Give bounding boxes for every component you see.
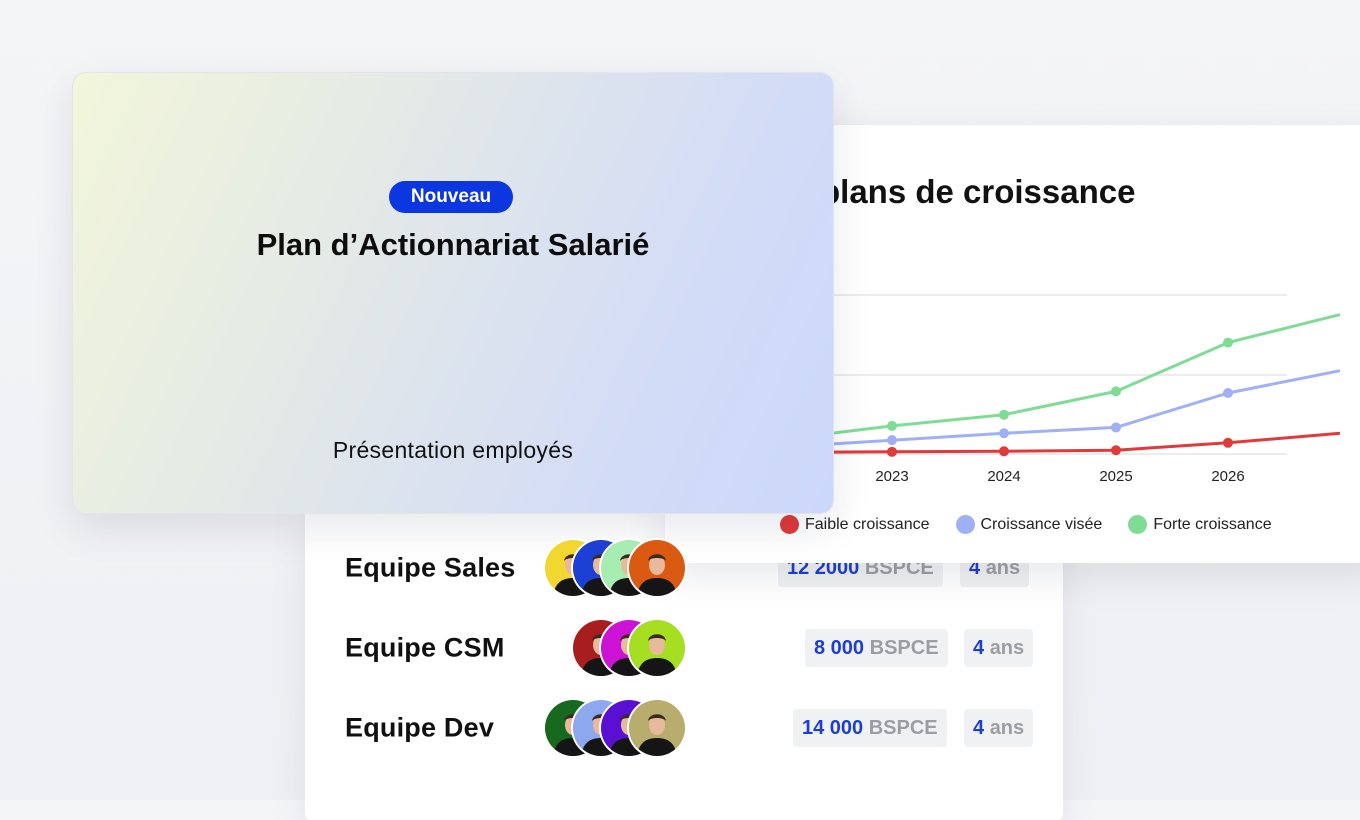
vesting-years-pill: 4 ans [964, 709, 1034, 747]
hero-title: Plan d’Actionnariat Salarié [256, 227, 650, 262]
legend-item: Faible croissance [780, 515, 930, 534]
data-point [1223, 337, 1233, 348]
avatar [629, 620, 685, 676]
series-line-1 [779, 369, 1341, 449]
chart-legend: Faible croissance Croissance visée Forte c… [780, 515, 1272, 534]
x-tick-label: 2023 [875, 468, 908, 485]
bspce-amount-pill: 14 000 BSPCE [793, 709, 947, 747]
legend-dot-icon [780, 515, 799, 534]
vesting-years: 4 [973, 717, 985, 739]
bspce-unit: BSPCE [869, 637, 939, 659]
data-point [999, 409, 1009, 420]
team-name: Equipe Dev [345, 712, 495, 743]
data-point [1223, 387, 1233, 398]
legend-item: Croissance visée [955, 515, 1103, 534]
legend-label: Forte croissance [1153, 515, 1272, 533]
data-point [887, 446, 897, 457]
data-point [887, 435, 897, 446]
data-point [887, 420, 897, 431]
bspce-amount: 14 000 [802, 717, 864, 739]
data-point [999, 446, 1009, 457]
team-row[interactable]: Equipe CSM 8 000 BSPCE 4 ans [305, 618, 1063, 678]
bspce-amount: 8 000 [814, 637, 865, 659]
vesting-years-pill: 4 ans [964, 629, 1034, 667]
new-badge: Nouveau [389, 181, 513, 213]
series-line-2 [779, 313, 1341, 442]
hero-card[interactable]: Nouveau Plan d’Actionnariat Salarié Prés… [72, 72, 834, 514]
vesting-years-unit: ans [989, 637, 1025, 659]
legend-dot-icon [1128, 515, 1148, 534]
legend-label: Faible croissance [805, 515, 930, 533]
x-tick-label: 2024 [987, 468, 1020, 485]
avatar [629, 700, 685, 756]
legend-item: Forte croissance [1128, 515, 1272, 534]
vesting-years-unit: ans [989, 717, 1025, 739]
legend-dot-icon [955, 515, 975, 534]
vesting-years: 4 [973, 637, 985, 659]
hero-subtitle: Présentation employés [332, 437, 574, 463]
team-row[interactable]: Equipe Dev 14 000 BSPCE 4 ans [305, 698, 1063, 758]
data-point [1111, 422, 1121, 433]
team-name: Equipe Sales [345, 552, 516, 583]
bspce-unit: BSPCE [868, 717, 938, 739]
data-point [1111, 386, 1121, 397]
bspce-amount-pill: 8 000 BSPCE [805, 629, 948, 667]
x-tick-label: 2025 [1099, 468, 1132, 485]
data-point [1223, 437, 1233, 448]
x-tick-label: 2026 [1211, 468, 1244, 485]
data-point [999, 428, 1009, 439]
data-point [1111, 445, 1121, 456]
avatar [629, 540, 685, 596]
team-name: Equipe CSM [345, 632, 505, 663]
legend-label: Croissance visée [980, 515, 1103, 533]
